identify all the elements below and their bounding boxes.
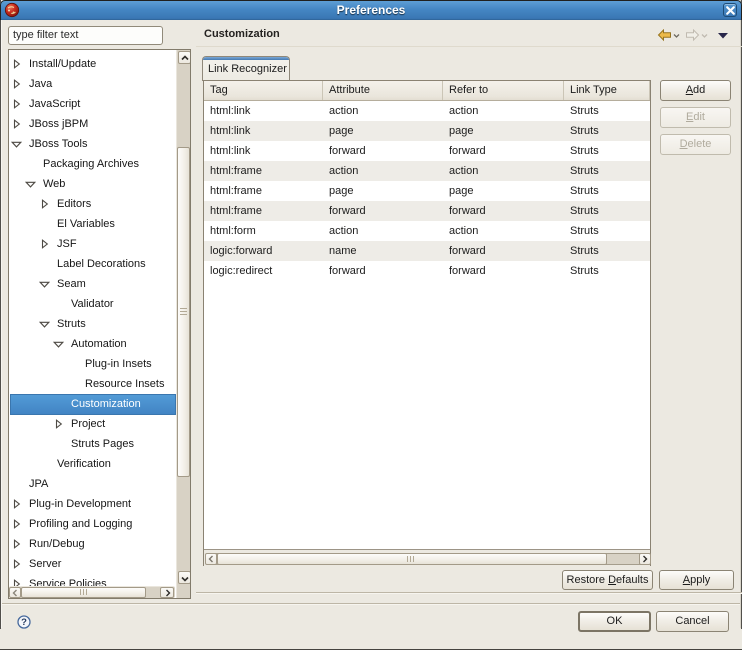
svg-text:?: ? xyxy=(21,617,27,628)
